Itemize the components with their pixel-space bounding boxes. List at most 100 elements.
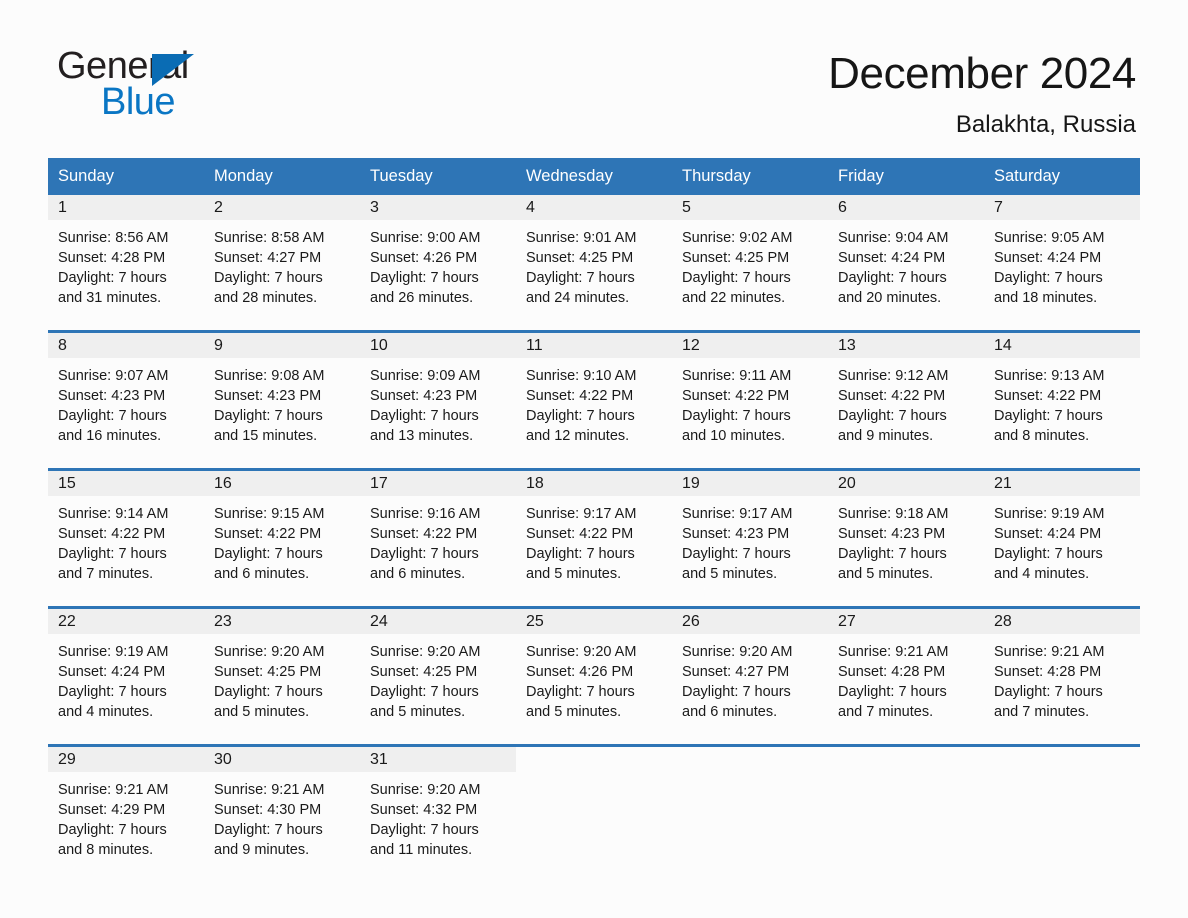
sunset-text: Sunset: 4:22 PM — [994, 388, 1102, 404]
day-number-band: 19 — [672, 471, 828, 496]
calendar-day-cell[interactable]: 8 Sunrise: 9:07 AM Sunset: 4:23 PM Dayli… — [48, 333, 204, 457]
sunset-text: Sunset: 4:23 PM — [682, 526, 790, 542]
calendar-day-cell[interactable]: 30 Sunrise: 9:21 AM Sunset: 4:30 PM Dayl… — [204, 747, 360, 871]
calendar-day-cell[interactable]: 3 Sunrise: 9:00 AM Sunset: 4:26 PM Dayli… — [360, 195, 516, 319]
day-number-band: 14 — [984, 333, 1140, 358]
sunrise-text: Sunrise: 9:15 AM — [214, 506, 325, 522]
calendar-day-cell[interactable]: 19 Sunrise: 9:17 AM Sunset: 4:23 PM Dayl… — [672, 471, 828, 595]
daylight-text-line1: Daylight: 7 hours — [682, 270, 791, 286]
calendar-day-cell[interactable]: 17 Sunrise: 9:16 AM Sunset: 4:22 PM Dayl… — [360, 471, 516, 595]
daylight-text-line2: and 8 minutes. — [994, 428, 1090, 444]
page-header: General Blue December 2024 Balakhta, Rus… — [0, 0, 1188, 138]
calendar-day-cell[interactable]: 14 Sunrise: 9:13 AM Sunset: 4:22 PM Dayl… — [984, 333, 1140, 457]
day-number-band: 29 — [48, 747, 204, 772]
sunrise-text: Sunrise: 8:56 AM — [58, 230, 169, 246]
sunrise-text: Sunrise: 9:17 AM — [526, 506, 637, 522]
sunrise-text: Sunrise: 9:16 AM — [370, 506, 481, 522]
calendar-day-cell[interactable]: 7 Sunrise: 9:05 AM Sunset: 4:24 PM Dayli… — [984, 195, 1140, 319]
calendar-day-cell[interactable]: 1 Sunrise: 8:56 AM Sunset: 4:28 PM Dayli… — [48, 195, 204, 319]
daylight-text-line1: Daylight: 7 hours — [838, 270, 947, 286]
sunrise-text: Sunrise: 9:21 AM — [838, 644, 949, 660]
daylight-text-line1: Daylight: 7 hours — [682, 684, 791, 700]
sunset-text: Sunset: 4:26 PM — [370, 250, 478, 266]
calendar-day-cell[interactable]: 16 Sunrise: 9:15 AM Sunset: 4:22 PM Dayl… — [204, 471, 360, 595]
calendar-day-cell[interactable]: 4 Sunrise: 9:01 AM Sunset: 4:25 PM Dayli… — [516, 195, 672, 319]
sunrise-text: Sunrise: 9:04 AM — [838, 230, 949, 246]
calendar-day-cell[interactable]: 23 Sunrise: 9:20 AM Sunset: 4:25 PM Dayl… — [204, 609, 360, 733]
calendar-day-cell[interactable]: 31 Sunrise: 9:20 AM Sunset: 4:32 PM Dayl… — [360, 747, 516, 871]
calendar-day-cell[interactable]: 6 Sunrise: 9:04 AM Sunset: 4:24 PM Dayli… — [828, 195, 984, 319]
weekday-monday: Monday — [214, 167, 273, 185]
day-number: 21 — [994, 475, 1012, 492]
brand-name-blue: Blue — [101, 81, 176, 123]
calendar-day-cell[interactable]: 10 Sunrise: 9:09 AM Sunset: 4:23 PM Dayl… — [360, 333, 516, 457]
daylight-text-line1: Daylight: 7 hours — [370, 684, 479, 700]
sunset-text: Sunset: 4:28 PM — [58, 250, 166, 266]
sunset-text: Sunset: 4:25 PM — [526, 250, 634, 266]
calendar-day-cell[interactable]: 2 Sunrise: 8:58 AM Sunset: 4:27 PM Dayli… — [204, 195, 360, 319]
sunset-text: Sunset: 4:22 PM — [682, 388, 790, 404]
day-number: 31 — [370, 751, 388, 768]
daylight-text-line2: and 26 minutes. — [370, 290, 474, 306]
calendar-day-cell[interactable]: 20 Sunrise: 9:18 AM Sunset: 4:23 PM Dayl… — [828, 471, 984, 595]
weekday-header-row: Sunday Monday Tuesday Wednesday Thursday… — [48, 158, 1140, 195]
day-number-band: 28 — [984, 609, 1140, 634]
calendar-day-cell[interactable]: 25 Sunrise: 9:20 AM Sunset: 4:26 PM Dayl… — [516, 609, 672, 733]
sunset-text: Sunset: 4:27 PM — [214, 250, 322, 266]
day-number-band: 27 — [828, 609, 984, 634]
calendar-week-row: 15 Sunrise: 9:14 AM Sunset: 4:22 PM Dayl… — [48, 468, 1140, 595]
calendar-day-cell[interactable]: 26 Sunrise: 9:20 AM Sunset: 4:27 PM Dayl… — [672, 609, 828, 733]
day-number-band: 11 — [516, 333, 672, 358]
day-info: Sunrise: 9:21 AM Sunset: 4:29 PM Dayligh… — [48, 772, 204, 860]
sunset-text: Sunset: 4:24 PM — [994, 526, 1102, 542]
sunset-text: Sunset: 4:25 PM — [370, 664, 478, 680]
daylight-text-line2: and 10 minutes. — [682, 428, 786, 444]
calendar-day-cell[interactable]: 24 Sunrise: 9:20 AM Sunset: 4:25 PM Dayl… — [360, 609, 516, 733]
day-info: Sunrise: 9:19 AM Sunset: 4:24 PM Dayligh… — [48, 634, 204, 722]
calendar-day-cell[interactable]: 21 Sunrise: 9:19 AM Sunset: 4:24 PM Dayl… — [984, 471, 1140, 595]
day-number: 3 — [370, 199, 379, 216]
calendar-day-cell[interactable]: 29 Sunrise: 9:21 AM Sunset: 4:29 PM Dayl… — [48, 747, 204, 871]
day-number-band — [828, 747, 984, 772]
sunrise-text: Sunrise: 9:19 AM — [994, 506, 1105, 522]
calendar-day-cell[interactable]: 9 Sunrise: 9:08 AM Sunset: 4:23 PM Dayli… — [204, 333, 360, 457]
calendar-day-cell[interactable]: 11 Sunrise: 9:10 AM Sunset: 4:22 PM Dayl… — [516, 333, 672, 457]
daylight-text-line1: Daylight: 7 hours — [370, 822, 479, 838]
calendar-day-cell[interactable]: 5 Sunrise: 9:02 AM Sunset: 4:25 PM Dayli… — [672, 195, 828, 319]
day-info: Sunrise: 9:09 AM Sunset: 4:23 PM Dayligh… — [360, 358, 516, 446]
day-info — [516, 772, 672, 780]
day-number-band: 17 — [360, 471, 516, 496]
calendar-week-row: 8 Sunrise: 9:07 AM Sunset: 4:23 PM Dayli… — [48, 330, 1140, 457]
sunset-text: Sunset: 4:22 PM — [214, 526, 322, 542]
calendar-day-cell[interactable]: 18 Sunrise: 9:17 AM Sunset: 4:22 PM Dayl… — [516, 471, 672, 595]
day-number: 20 — [838, 475, 856, 492]
daylight-text-line2: and 6 minutes. — [214, 566, 310, 582]
calendar-day-cell[interactable]: 15 Sunrise: 9:14 AM Sunset: 4:22 PM Dayl… — [48, 471, 204, 595]
daylight-text-line1: Daylight: 7 hours — [58, 822, 167, 838]
day-number: 2 — [214, 199, 223, 216]
daylight-text-line1: Daylight: 7 hours — [58, 270, 167, 286]
sunrise-text: Sunrise: 9:01 AM — [526, 230, 637, 246]
day-number-band: 23 — [204, 609, 360, 634]
daylight-text-line1: Daylight: 7 hours — [682, 546, 791, 562]
day-number-band: 2 — [204, 195, 360, 220]
daylight-text-line1: Daylight: 7 hours — [370, 270, 479, 286]
weekday-tuesday: Tuesday — [370, 167, 433, 185]
calendar-day-cell[interactable]: 22 Sunrise: 9:19 AM Sunset: 4:24 PM Dayl… — [48, 609, 204, 733]
calendar-day-cell[interactable]: 27 Sunrise: 9:21 AM Sunset: 4:28 PM Dayl… — [828, 609, 984, 733]
calendar-day-cell[interactable]: 13 Sunrise: 9:12 AM Sunset: 4:22 PM Dayl… — [828, 333, 984, 457]
weekday-saturday: Saturday — [994, 167, 1061, 185]
calendar-day-cell-empty — [672, 747, 828, 871]
daylight-text-line1: Daylight: 7 hours — [994, 408, 1103, 424]
daylight-text-line1: Daylight: 7 hours — [526, 546, 635, 562]
daylight-text-line2: and 31 minutes. — [58, 290, 162, 306]
sunrise-text: Sunrise: 9:21 AM — [994, 644, 1105, 660]
day-info: Sunrise: 9:04 AM Sunset: 4:24 PM Dayligh… — [828, 220, 984, 308]
day-number: 28 — [994, 613, 1012, 630]
day-number-band: 15 — [48, 471, 204, 496]
calendar-day-cell[interactable]: 28 Sunrise: 9:21 AM Sunset: 4:28 PM Dayl… — [984, 609, 1140, 733]
brand-logo[interactable]: General Blue — [57, 46, 287, 124]
calendar-day-cell[interactable]: 12 Sunrise: 9:11 AM Sunset: 4:22 PM Dayl… — [672, 333, 828, 457]
daylight-text-line2: and 18 minutes. — [994, 290, 1098, 306]
daylight-text-line1: Daylight: 7 hours — [838, 546, 947, 562]
